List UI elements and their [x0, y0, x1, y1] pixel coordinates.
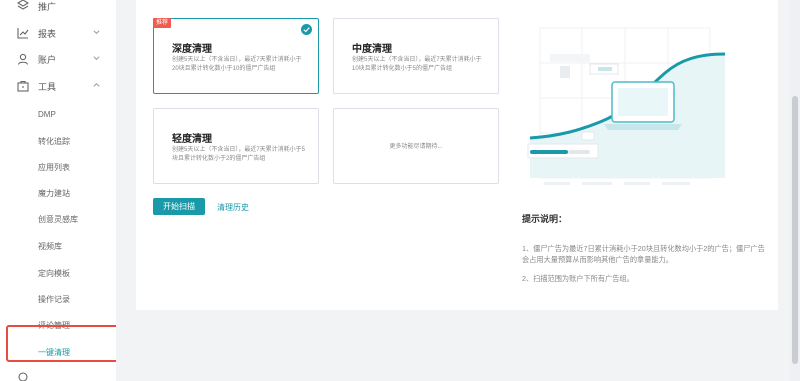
nav-group-label: 报表 [38, 29, 57, 39]
sidebar-item-dmp[interactable]: DMP [38, 110, 56, 119]
recommend-tag-label: 推荐 [156, 20, 169, 26]
cleanup-history-link[interactable]: 清理历史 [217, 202, 249, 213]
nav-group-label: 推广 [38, 2, 57, 12]
nav-group-label: 工具 [38, 82, 57, 92]
chevron-up-icon [93, 82, 100, 87]
sidebar-item-app-list[interactable]: 应用列表 [38, 162, 70, 173]
card-light-cleanup[interactable]: 轻度清理 创建5天以上（不含当日），最近7天累计消耗小于5块且累计转化数小于2的… [153, 108, 319, 184]
chevron-down-icon [93, 56, 100, 61]
check-circle-icon [301, 24, 312, 35]
nav-group-account[interactable]: 账户 [0, 46, 116, 72]
tip-item: 1、僵尸广告为最近7日累计消耗小于20块且转化数均小于2的广告；僵尸广告会占用大… [522, 244, 765, 264]
user-icon [17, 53, 29, 65]
nav-group-promotion[interactable]: 推广 [0, 0, 116, 18]
card-deep-cleanup[interactable]: 推荐 深度清理 创建5天以上（不含当日），最近7天累计消耗小于20块且累计转化数… [153, 18, 319, 94]
card-title: 中度清理 [352, 44, 392, 55]
sidebar-item-site-builder[interactable]: 魔力建站 [38, 188, 70, 199]
content-gap [116, 0, 136, 381]
card-more-coming: 更多功能尽请期待... [333, 108, 499, 184]
card-title: 深度清理 [172, 44, 212, 55]
chevron-down-icon [93, 30, 100, 35]
card-description: 创建5天以上（不含当日），最近7天累计消耗小于5块且累计转化数小于2的僵尸广告组 [172, 147, 306, 162]
tips-title: 提示说明： [522, 214, 568, 224]
nav-group-reports[interactable]: 报表 [0, 20, 116, 46]
card-description: 创建5天以上（不含当日），最近7天累计消耗小于10块且累计转化数小于5的僵尸广告… [352, 57, 482, 72]
tip-item: 2、扫描范围为账户下所有广告组。 [522, 274, 634, 283]
sidebar-item-targeting-templates[interactable]: 定向模板 [38, 268, 70, 279]
recommend-tag: 推荐 [153, 18, 172, 28]
card-title: 轻度清理 [172, 134, 212, 145]
line-chart-icon [17, 28, 29, 39]
sidebar-item-conversion-tracking[interactable]: 转化追踪 [38, 136, 70, 147]
sidebar-item-creative-library[interactable]: 创意灵感库 [38, 214, 78, 225]
sidebar-item-video-library[interactable]: 视频库 [38, 241, 62, 252]
layers-icon [16, 0, 30, 10]
sidebar-item-operation-log[interactable]: 操作记录 [38, 294, 70, 305]
card-description: 创建5天以上（不含当日），最近7天累计消耗小于20块且累计转化数小于10的僵尸广… [172, 57, 302, 72]
start-scan-button[interactable]: 开始扫描 [153, 198, 205, 215]
nav-group-label: 账户 [38, 55, 57, 65]
scrollbar[interactable] [790, 0, 800, 381]
highlight-annotation [6, 325, 121, 362]
sidebar: 推广 报表 账户 工具 DMP 转化追踪 应用列表 魔力建站 创意灵感库 视频库… [0, 0, 121, 381]
nav-group-tools[interactable]: 工具 [0, 73, 116, 99]
scrollbar-thumb[interactable] [792, 96, 798, 364]
toolbox-icon [17, 80, 29, 92]
settings-icon[interactable] [16, 370, 30, 381]
cleanup-illustration [527, 27, 726, 185]
more-features-text: 更多功能尽请期待... [389, 144, 443, 150]
card-medium-cleanup[interactable]: 中度清理 创建5天以上（不含当日），最近7天累计消耗小于10块且累计转化数小于5… [333, 18, 499, 94]
